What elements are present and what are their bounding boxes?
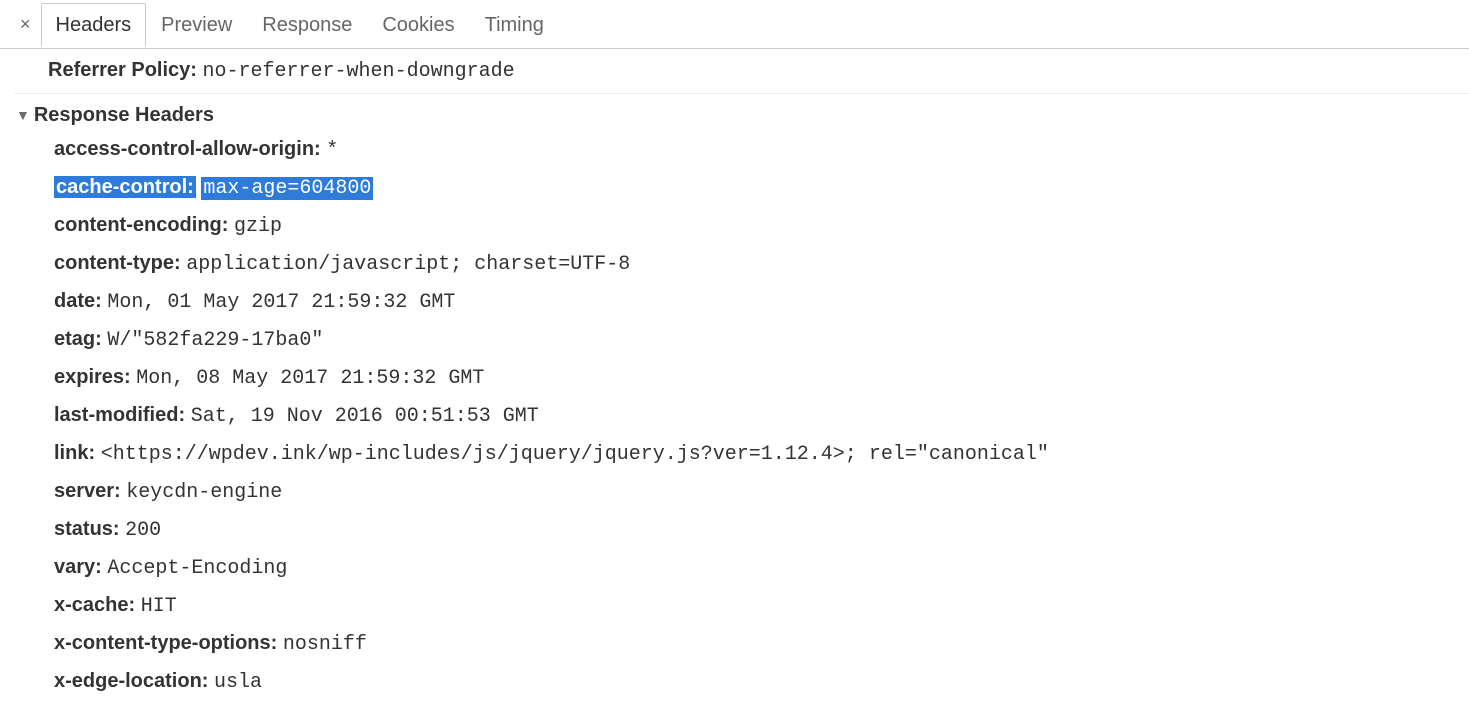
header-value: Sat, 19 Nov 2016 00:51:53 GMT xyxy=(191,405,539,428)
header-name: date: xyxy=(54,290,102,312)
header-value: Accept-Encoding xyxy=(107,557,287,580)
header-value: <https://wpdev.ink/wp-includes/js/jquery… xyxy=(101,443,1049,466)
header-name: vary: xyxy=(54,556,102,578)
header-row: x-content-type-options: nosniff xyxy=(54,625,1469,663)
tabs-bar: × Headers Preview Response Cookies Timin… xyxy=(0,0,1469,49)
response-headers-title: Response Headers xyxy=(34,104,214,127)
header-value: W/"582fa229-17ba0" xyxy=(107,329,323,352)
header-value: max-age=604800 xyxy=(201,177,373,200)
header-row: date: Mon, 01 May 2017 21:59:32 GMT xyxy=(54,283,1469,321)
header-value: gzip xyxy=(234,215,282,238)
header-row: x-cache: HIT xyxy=(54,587,1469,625)
header-value: nosniff xyxy=(283,633,367,656)
header-row: link: <https://wpdev.ink/wp-includes/js/… xyxy=(54,435,1469,473)
header-row: etag: W/"582fa229-17ba0" xyxy=(54,321,1469,359)
header-name: content-encoding: xyxy=(54,214,228,236)
header-name: content-type: xyxy=(54,252,181,274)
tab-timing[interactable]: Timing xyxy=(470,3,559,46)
header-name: x-edge-location: xyxy=(54,670,208,692)
header-row: x-edge-location: usla xyxy=(54,663,1469,701)
header-row: expires: Mon, 08 May 2017 21:59:32 GMT xyxy=(54,359,1469,397)
header-value: keycdn-engine xyxy=(126,481,282,504)
header-row: access-control-allow-origin: * xyxy=(54,131,1469,169)
header-name: x-content-type-options: xyxy=(54,632,277,654)
tab-response[interactable]: Response xyxy=(247,3,367,46)
header-row: server: keycdn-engine xyxy=(54,473,1469,511)
header-name: etag: xyxy=(54,328,102,350)
header-name: last-modified: xyxy=(54,404,185,426)
referrer-policy-row: Referrer Policy: no-referrer-when-downgr… xyxy=(14,55,1469,94)
header-name: link: xyxy=(54,442,95,464)
header-row: content-encoding: gzip xyxy=(54,207,1469,245)
header-value: Mon, 08 May 2017 21:59:32 GMT xyxy=(136,367,484,390)
tab-preview[interactable]: Preview xyxy=(146,3,247,46)
header-row: vary: Accept-Encoding xyxy=(54,549,1469,587)
header-value: Mon, 01 May 2017 21:59:32 GMT xyxy=(107,291,455,314)
header-name: status: xyxy=(54,518,120,540)
header-row: cache-control: max-age=604800 xyxy=(54,169,1469,207)
header-value: usla xyxy=(214,671,262,694)
tab-cookies[interactable]: Cookies xyxy=(367,3,469,46)
response-headers-toggle[interactable]: ▼ Response Headers xyxy=(16,94,1469,131)
header-name: expires: xyxy=(54,366,131,388)
header-name: access-control-allow-origin: xyxy=(54,138,321,160)
header-value: 200 xyxy=(125,519,161,542)
header-row: content-type: application/javascript; ch… xyxy=(54,245,1469,283)
header-row: status: 200 xyxy=(54,511,1469,549)
header-name: x-cache: xyxy=(54,594,135,616)
referrer-policy-label: Referrer Policy: xyxy=(48,59,197,81)
response-headers-list: access-control-allow-origin: *cache-cont… xyxy=(14,131,1469,701)
headers-panel: Referrer Policy: no-referrer-when-downgr… xyxy=(0,49,1469,701)
header-name: server: xyxy=(54,480,121,502)
chevron-down-icon: ▼ xyxy=(16,107,30,123)
header-value: * xyxy=(326,139,338,162)
header-value: application/javascript; charset=UTF-8 xyxy=(186,253,630,276)
header-value: HIT xyxy=(141,595,177,618)
header-row: last-modified: Sat, 19 Nov 2016 00:51:53… xyxy=(54,397,1469,435)
header-name: cache-control: xyxy=(54,176,196,198)
referrer-policy-value: no-referrer-when-downgrade xyxy=(203,60,515,83)
close-icon[interactable]: × xyxy=(10,14,41,35)
tab-headers[interactable]: Headers xyxy=(41,3,147,46)
